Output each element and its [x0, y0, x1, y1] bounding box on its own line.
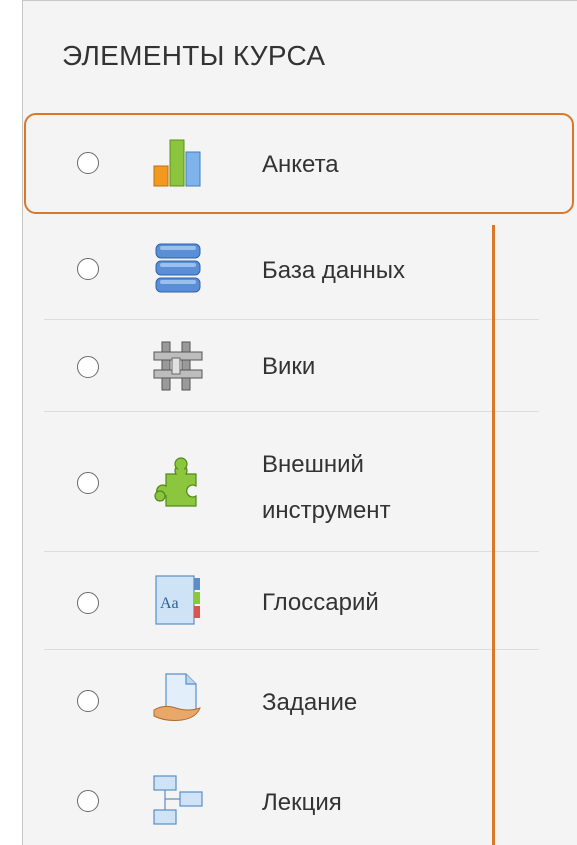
- glossary-icon: Aa: [152, 574, 204, 626]
- activity-label: Глоссарий: [262, 589, 379, 616]
- lesson-icon: [152, 774, 204, 826]
- activity-radio[interactable]: [77, 152, 99, 174]
- activity-label: Задание: [262, 689, 358, 716]
- activity-item-glossary[interactable]: Aa Глоссарий: [44, 552, 539, 650]
- activity-item-database[interactable]: База данных: [44, 222, 539, 320]
- activity-label: Анкета: [262, 151, 339, 178]
- activity-radio[interactable]: [77, 690, 99, 712]
- activity-radio[interactable]: [77, 258, 99, 280]
- activity-item-wiki[interactable]: Вики: [44, 320, 539, 412]
- activity-label-line2: инструмент: [262, 497, 391, 524]
- wiki-icon: [152, 340, 204, 392]
- activity-item-lesson[interactable]: Лекция: [44, 750, 539, 845]
- activity-radio[interactable]: [77, 790, 99, 812]
- activity-item-assignment[interactable]: Задание: [44, 650, 539, 750]
- section-title: ЭЛЕМЕНТЫ КУРСА: [62, 40, 326, 71]
- annotation-vertical-line: [492, 225, 495, 845]
- activity-radio[interactable]: [77, 356, 99, 378]
- activity-label-line1: Внешний: [262, 451, 364, 478]
- activity-item-external-tool[interactable]: Внешний инструмент: [44, 412, 539, 552]
- activity-radio[interactable]: [77, 592, 99, 614]
- activity-label: База данных: [262, 257, 405, 284]
- activity-label: Лекция: [262, 789, 342, 816]
- assignment-icon: [152, 672, 204, 724]
- activity-label: Вики: [262, 353, 316, 380]
- database-icon: [152, 242, 204, 294]
- activity-item-feedback[interactable]: Анкета: [44, 118, 539, 210]
- external-tool-puzzle-icon: [152, 456, 204, 508]
- svg-text:Aa: Aa: [160, 595, 179, 612]
- feedback-bar-chart-icon: [152, 136, 204, 188]
- activity-radio[interactable]: [77, 472, 99, 494]
